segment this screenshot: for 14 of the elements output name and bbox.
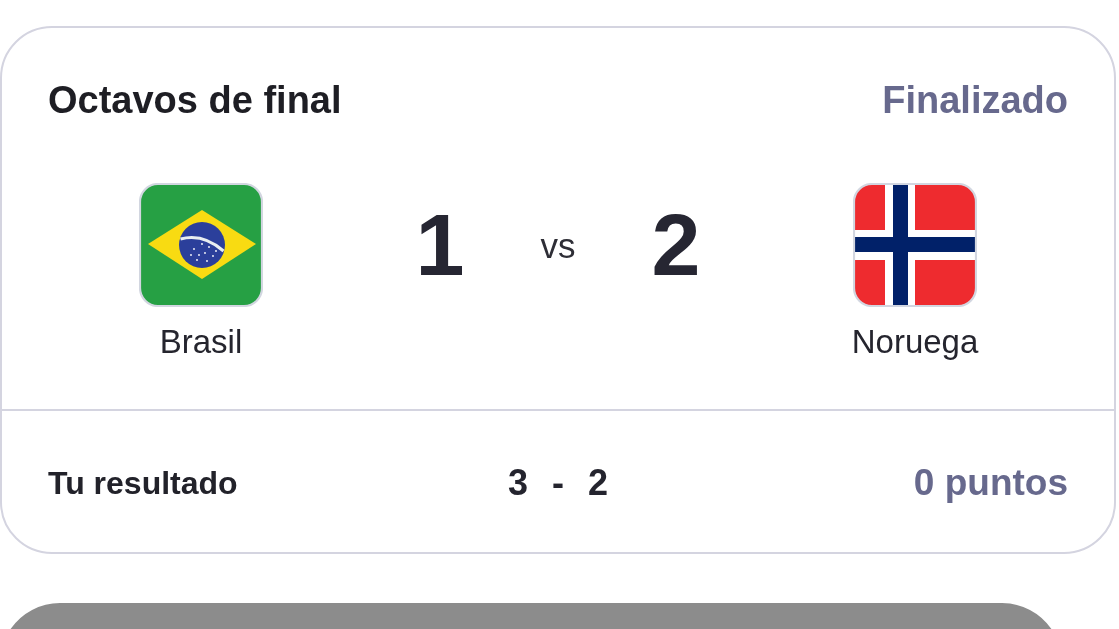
stage-title: Octavos de final [48, 78, 342, 123]
match-score: 1 [415, 201, 465, 289]
team-name: Noruega [851, 322, 979, 362]
versus-label: vs [540, 227, 576, 263]
predicted-score: 2 [588, 461, 609, 505]
prediction-label: Tu resultado [48, 464, 238, 503]
flag-icon [853, 183, 977, 307]
team-name: Brasil [159, 322, 243, 362]
match-status: Finalizado [882, 78, 1068, 123]
predicted-score: 3 [507, 461, 528, 505]
points-label: 0 puntos [913, 461, 1068, 505]
flag-icon [139, 183, 263, 307]
score-separator: - [552, 461, 564, 505]
match-score: 2 [651, 201, 701, 289]
